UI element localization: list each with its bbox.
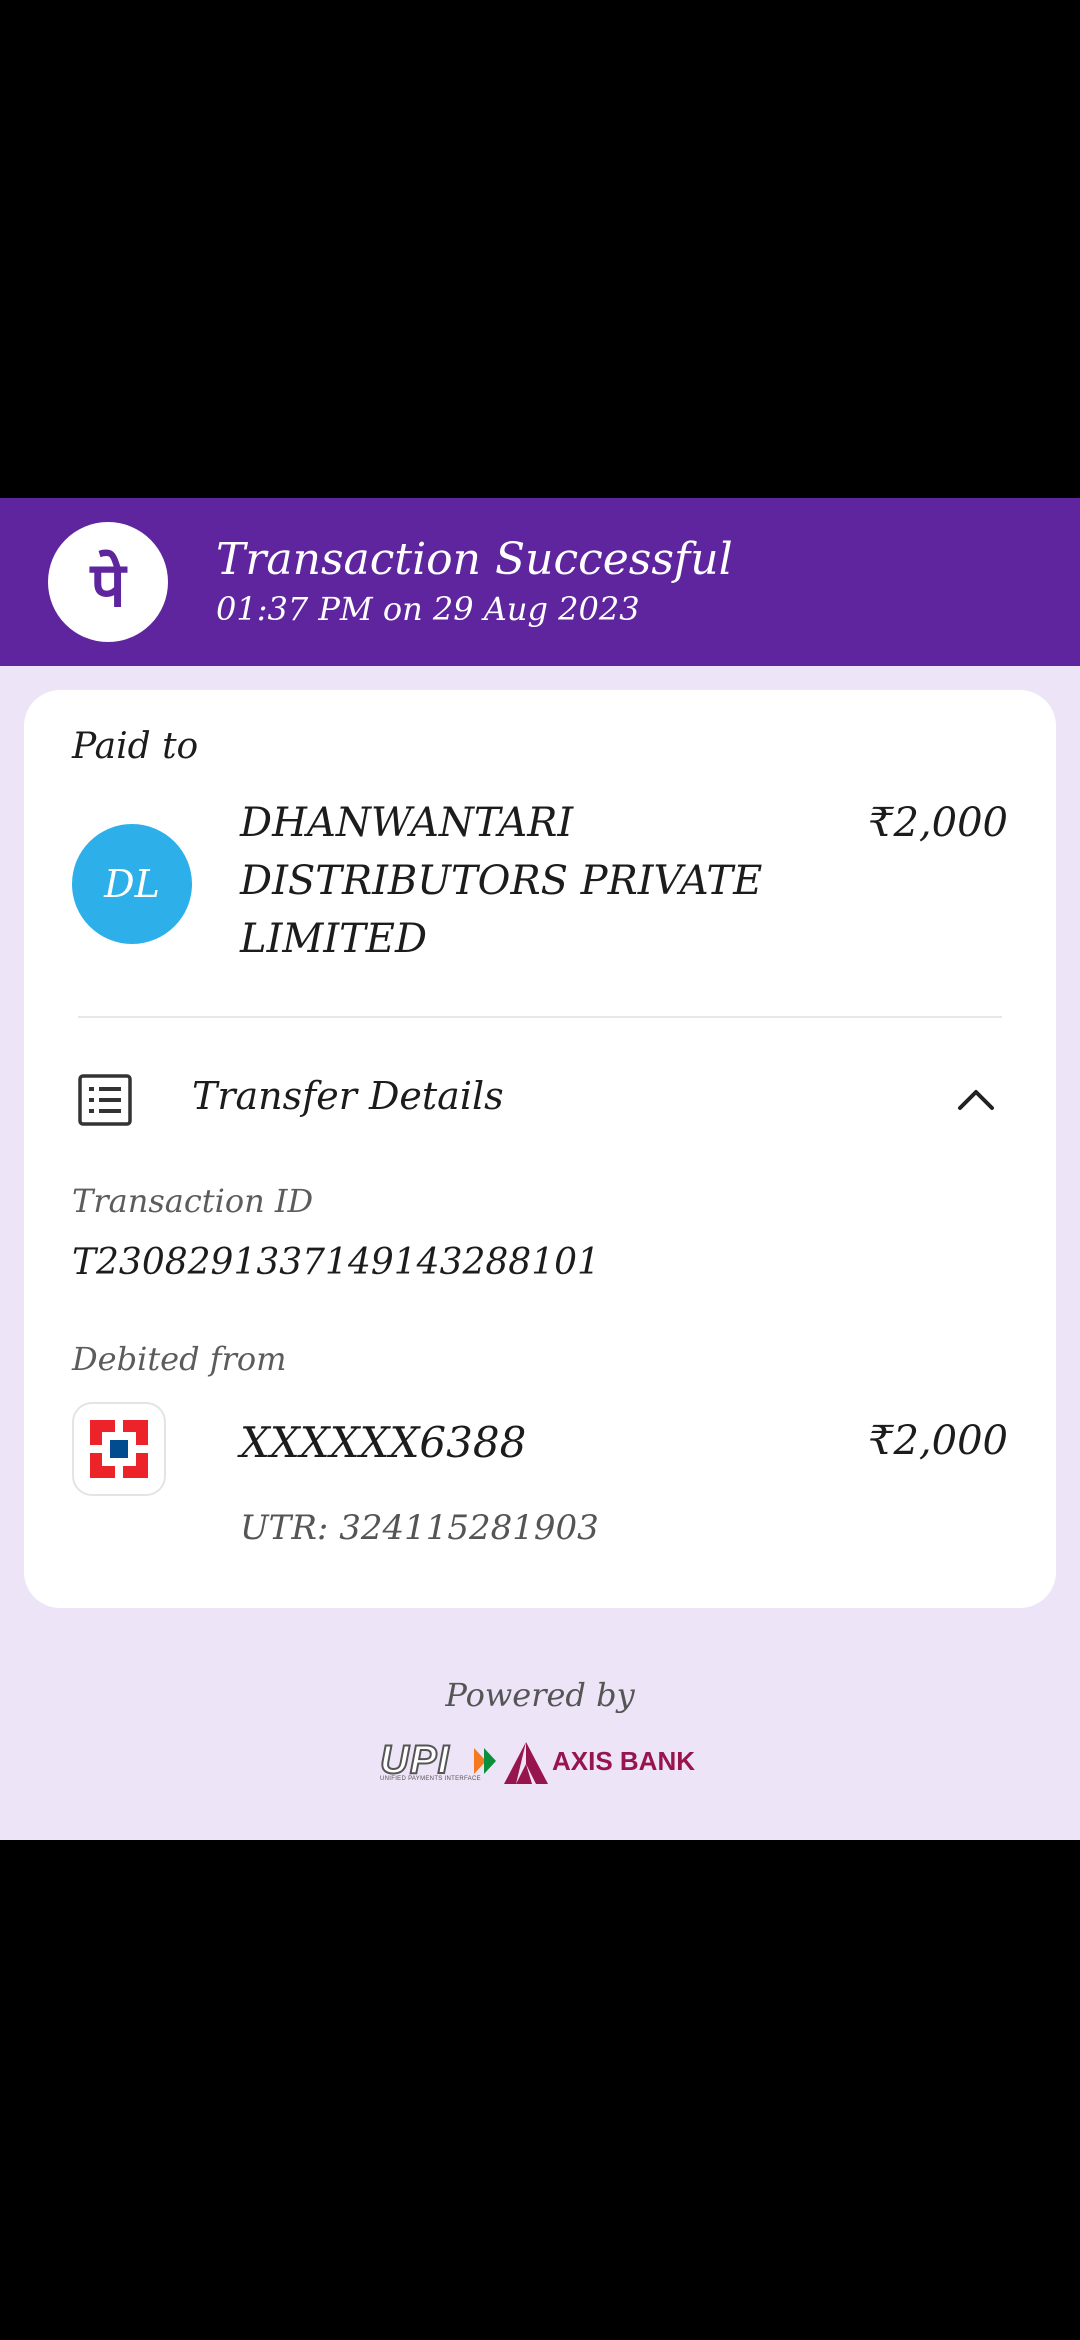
utr-number: UTR: 324115281903 bbox=[240, 1508, 599, 1548]
upi-arrow-icon bbox=[472, 1746, 500, 1780]
account-number: XXXXXX6388 bbox=[240, 1418, 527, 1467]
transaction-id-value: T2308291337149143288101 bbox=[72, 1242, 600, 1283]
chevron-up-icon[interactable] bbox=[954, 1078, 998, 1126]
divider bbox=[78, 1016, 1002, 1018]
svg-text:पे: पे bbox=[89, 548, 128, 621]
partner-logos: UPI UNIFIED PAYMENTS INTERFACE AXIS BANK bbox=[379, 1737, 710, 1790]
powered-by-label: Powered by bbox=[445, 1676, 635, 1714]
transfer-details-label: Transfer Details bbox=[192, 1074, 504, 1118]
paid-amount: ₹2,000 bbox=[868, 800, 1008, 846]
payee-avatar: DL bbox=[72, 824, 192, 944]
transaction-header: पे Transaction Successful 01:37 PM on 29… bbox=[0, 498, 1080, 666]
phonepe-logo: पे bbox=[48, 522, 168, 642]
axis-bank-logo-icon bbox=[502, 1740, 550, 1790]
paid-to-label: Paid to bbox=[72, 726, 199, 767]
phonepe-logo-icon: पे bbox=[89, 548, 128, 621]
upi-subtitle: UNIFIED PAYMENTS INTERFACE bbox=[380, 1776, 481, 1782]
axis-bank-label: AXIS BANK bbox=[552, 1746, 696, 1776]
transaction-card: Paid to DL DHANWANTARI DISTRIBUTORS PRIV… bbox=[24, 690, 1056, 1608]
status-bar-area bbox=[0, 0, 1080, 498]
debited-amount: ₹2,000 bbox=[868, 1418, 1008, 1464]
payee-name: DHANWANTARI DISTRIBUTORS PRIVATE LIMITED bbox=[240, 800, 763, 962]
hdfc-bank-icon bbox=[72, 1402, 166, 1496]
list-icon bbox=[76, 1070, 136, 1134]
navigation-bar-area bbox=[0, 1840, 1080, 2340]
transfer-details-toggle[interactable]: Transfer Details bbox=[24, 1060, 1056, 1140]
payee-initials: DL bbox=[104, 862, 160, 906]
transaction-status-title: Transaction Successful bbox=[216, 534, 733, 585]
transaction-datetime: 01:37 PM on 29 Aug 2023 bbox=[216, 590, 640, 628]
transaction-id-label: Transaction ID bbox=[72, 1182, 314, 1220]
debited-from-label: Debited from bbox=[72, 1340, 287, 1378]
